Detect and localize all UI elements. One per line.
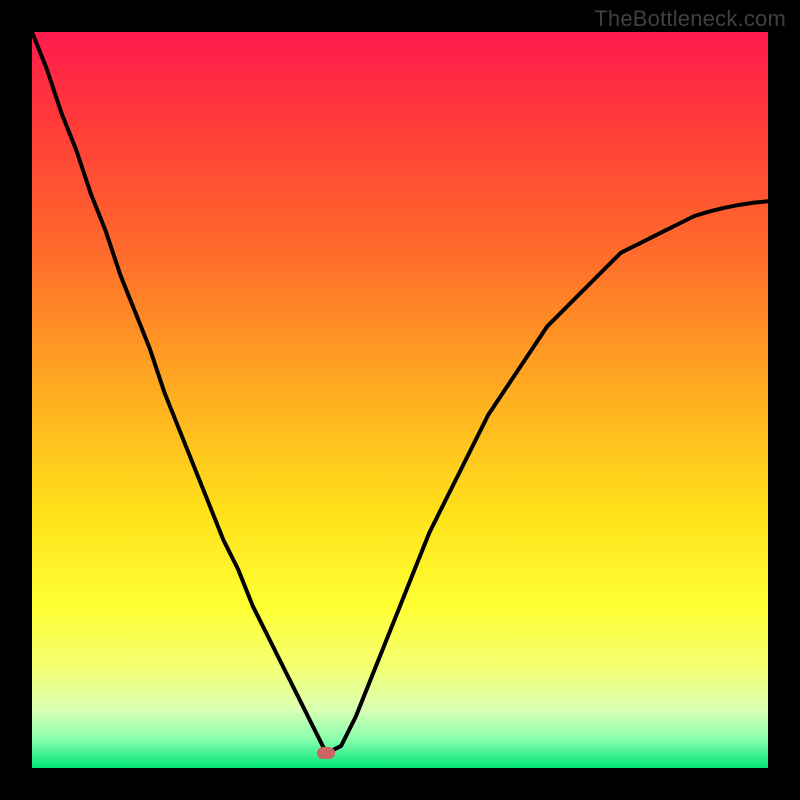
bottleneck-curve (32, 32, 768, 768)
plot-area (32, 32, 768, 768)
chart-frame: TheBottleneck.com (0, 0, 800, 800)
optimal-marker-icon (317, 747, 335, 759)
watermark-label: TheBottleneck.com (594, 6, 786, 32)
